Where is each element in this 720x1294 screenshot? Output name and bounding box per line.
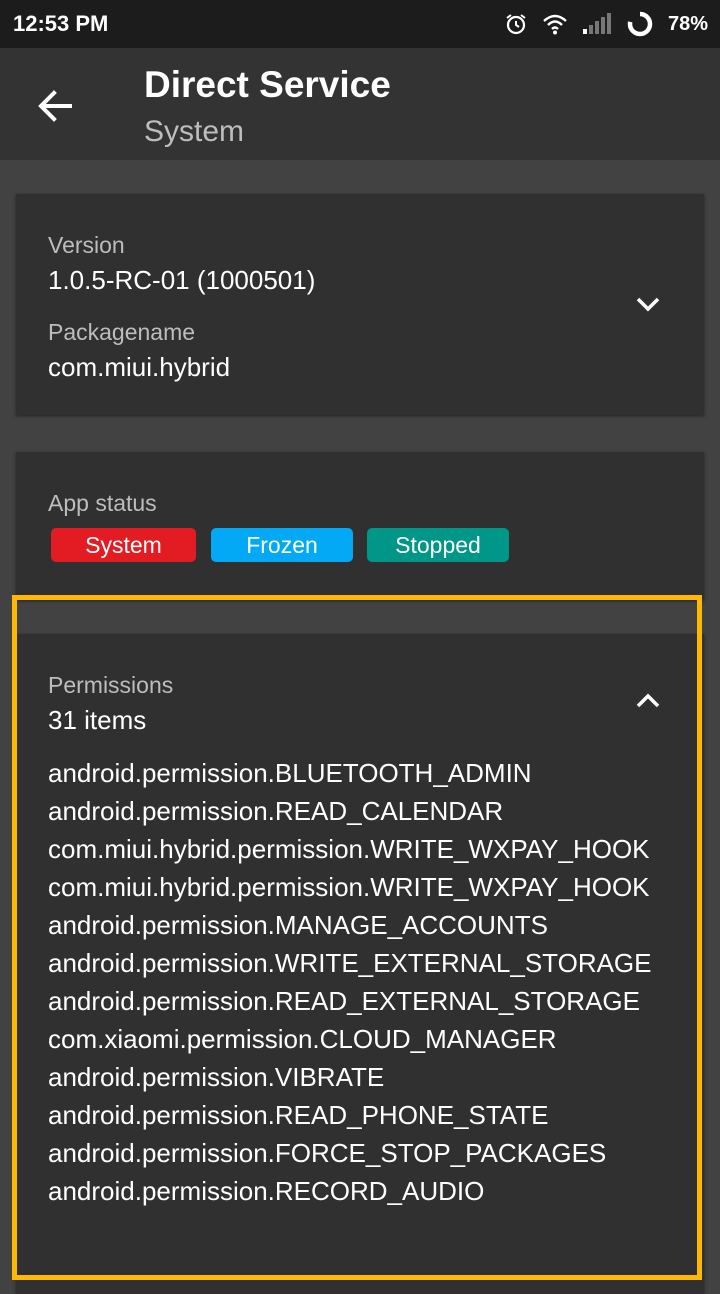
list-item: android.permission.RECORD_AUDIO xyxy=(48,1176,485,1206)
permissions-count: 31 items xyxy=(48,705,147,735)
package-value: com.miui.hybrid xyxy=(48,352,231,382)
status-bar: 12:53 PM 78% xyxy=(0,0,720,48)
alarm-icon xyxy=(506,14,526,35)
status-badge-system: System xyxy=(51,528,196,562)
list-item: android.permission.WRITE_EXTERNAL_STORAG… xyxy=(48,948,652,978)
signal-icon xyxy=(582,13,611,34)
battery-ring-icon xyxy=(627,11,653,37)
list-item: android.permission.FORCE_STOP_PACKAGES xyxy=(48,1138,607,1168)
status-icons: 78% xyxy=(504,10,708,38)
list-item: com.miui.hybrid.permission.WRITE_WXPAY_H… xyxy=(48,872,650,902)
status-badge-stopped: Stopped xyxy=(367,528,509,562)
version-value: 1.0.5-RC-01 (1000501) xyxy=(48,265,316,295)
permissions-label: Permissions xyxy=(48,672,174,698)
app-status-card: App status System Frozen Stopped xyxy=(16,452,704,600)
collapse-button[interactable] xyxy=(628,680,668,720)
app-status-label: App status xyxy=(48,490,157,516)
expand-button[interactable] xyxy=(628,285,668,325)
page-subtitle: System xyxy=(144,115,245,148)
list-item: android.permission.READ_EXTERNAL_STORAGE xyxy=(48,986,640,1016)
back-button[interactable] xyxy=(32,82,80,130)
list-item: android.permission.MANAGE_ACCOUNTS xyxy=(48,910,548,940)
list-item: android.permission.VIBRATE xyxy=(48,1062,385,1092)
list-item: android.permission.READ_CALENDAR xyxy=(48,796,504,826)
battery-level: 78% xyxy=(667,12,708,35)
status-time: 12:53 PM xyxy=(13,11,109,36)
list-item: android.permission.BLUETOOTH_ADMIN xyxy=(48,758,532,788)
list-item: com.miui.hybrid.permission.WRITE_WXPAY_H… xyxy=(48,834,650,864)
list-item: com.xiaomi.permission.CLOUD_MANAGER xyxy=(48,1024,557,1054)
version-label: Version xyxy=(48,232,125,258)
wifi-icon xyxy=(543,14,567,35)
app-toolbar: Direct Service System xyxy=(0,48,720,160)
page-title: Direct Service xyxy=(144,64,391,105)
list-item: android.permission.READ_PHONE_STATE xyxy=(48,1100,549,1130)
arrow-left-icon xyxy=(38,90,72,122)
status-badge-frozen: Frozen xyxy=(211,528,353,562)
chevron-up-icon xyxy=(636,693,660,708)
package-label: Packagename xyxy=(48,319,196,345)
permissions-card: Permissions 31 items android.permission.… xyxy=(16,634,704,1294)
info-card[interactable]: Version 1.0.5-RC-01 (1000501) Packagenam… xyxy=(16,194,704,415)
permission-list: android.permission.BLUETOOTH_ADMIN andro… xyxy=(48,756,688,1212)
chevron-down-icon xyxy=(636,297,660,312)
